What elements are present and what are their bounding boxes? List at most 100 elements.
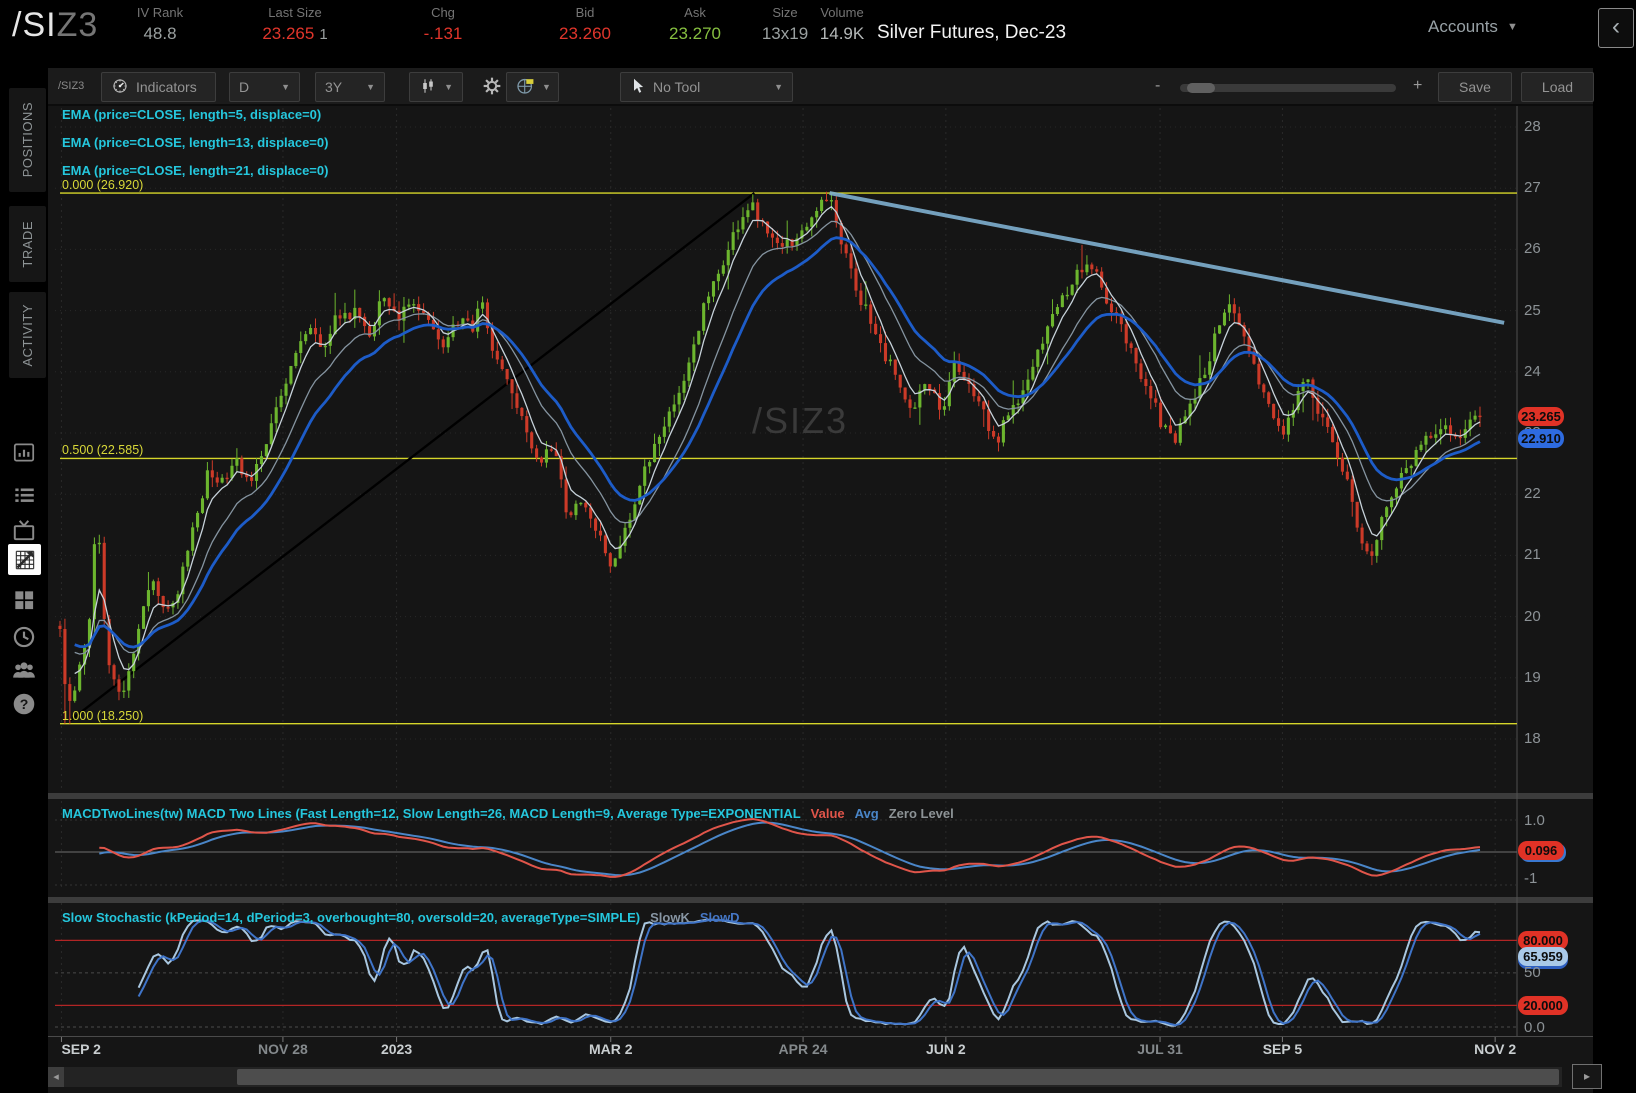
chevron-down-icon: ▼ <box>542 82 551 92</box>
community-icon[interactable] <box>11 657 37 683</box>
macd-axis-bottom: -1 <box>1524 870 1537 887</box>
quote-stat-label: Chg <box>393 5 493 20</box>
quote-stat-label: Ask <box>645 5 745 20</box>
collapse-panel-button[interactable]: ‹ <box>1598 8 1634 48</box>
chart-scrollbar-thumb[interactable] <box>237 1069 1559 1085</box>
cursor-icon <box>630 77 646 98</box>
panel-divider[interactable] <box>48 897 1593 903</box>
x-axis-label: JUN 2 <box>911 1041 981 1057</box>
zoom-in-button[interactable]: + <box>1413 77 1422 95</box>
quote-stat: Bid23.260 <box>535 5 635 44</box>
macd-axis-top: 1.0 <box>1524 812 1545 829</box>
zoom-out-button[interactable]: - <box>1155 77 1160 95</box>
last-price-bubble: 22.910 <box>1518 429 1564 448</box>
gear-icon <box>482 76 502 99</box>
chart-type-dropdown[interactable]: ▼ <box>409 72 463 102</box>
symbol-logo: /SIZ3 <box>12 6 98 45</box>
trendline-down[interactable] <box>830 193 1505 323</box>
quote-stat-label: Volume <box>806 5 878 20</box>
quote-stat-value: 48.8 <box>115 24 205 44</box>
timeframe-dropdown[interactable]: D ▼ <box>229 72 300 102</box>
x-axis-label: NOV 2 <box>1460 1041 1530 1057</box>
accounts-label: Accounts <box>1428 17 1498 37</box>
y-axis-label: 24 <box>1524 363 1541 380</box>
trendline-up[interactable] <box>70 193 754 721</box>
watchlist-icon[interactable] <box>11 482 37 508</box>
sidebar-tab-activity[interactable]: ACTIVITY <box>9 292 46 378</box>
left-sidebar: POSITIONS TRADE ACTIVITY? <box>0 58 48 1093</box>
drawing-tool-dropdown[interactable]: No Tool ▼ <box>620 72 793 102</box>
x-axis-label: APR 24 <box>768 1041 838 1057</box>
quote-stat-value: -.131 <box>393 24 493 44</box>
chart-type-icon <box>419 77 437 98</box>
panel-divider[interactable] <box>48 793 1593 799</box>
accounts-menu[interactable]: Accounts ▼ <box>1428 17 1518 37</box>
last-price-bubble: 23.265 <box>1518 407 1564 426</box>
chevron-down-icon: ▼ <box>366 82 375 92</box>
legend-item: Avg <box>855 806 879 821</box>
help-icon[interactable]: ? <box>11 691 37 717</box>
legend-item: SlowK <box>650 910 690 925</box>
range-dropdown[interactable]: 3Y ▼ <box>315 72 385 102</box>
scroll-right-icon[interactable]: ▸ <box>1572 1064 1602 1089</box>
study-title: Slow Stochastic (kPeriod=14, dPeriod=3, … <box>62 910 640 925</box>
quote-stat: Chg -.131 <box>393 5 493 44</box>
y-axis-label: 28 <box>1524 118 1541 135</box>
y-axis-label: 22 <box>1524 485 1541 502</box>
grid-icon[interactable] <box>11 587 37 613</box>
ema5-study-label[interactable]: EMA (price=CLOSE, length=5, displace=0) <box>62 107 321 122</box>
macd-study-label[interactable]: MACDTwoLines(tw) MACD Two Lines (Fast Le… <box>62 806 954 821</box>
sidebar-tab-positions[interactable]: POSITIONS <box>9 88 46 192</box>
y-axis-label: 25 <box>1524 302 1541 319</box>
instrument-name: Silver Futures, Dec-23 <box>877 22 1066 44</box>
sidebar-item-active-box <box>8 544 41 575</box>
drawing-tool-value: No Tool <box>653 79 700 95</box>
quote-stat-value: 23.2651 <box>230 24 360 44</box>
stoch-axis-mid: 50 <box>1524 964 1541 981</box>
indicators-button[interactable]: Indicators <box>101 72 216 102</box>
y-axis-label: 21 <box>1524 546 1541 563</box>
quote-stat-label: Bid <box>535 5 635 20</box>
ema13-study-label[interactable]: EMA (price=CLOSE, length=13, displace=0) <box>62 135 328 150</box>
fib-level-label[interactable]: 0.500 (22.585) <box>62 443 143 457</box>
x-axis-label: 2023 <box>362 1041 432 1057</box>
quote-stat-label: IV Rank <box>115 5 205 20</box>
save-button[interactable]: Save <box>1438 72 1512 102</box>
load-button[interactable]: Load <box>1521 72 1594 102</box>
y-axis-label: 27 <box>1524 179 1541 196</box>
quote-stat: Last Size 23.2651 <box>230 5 360 44</box>
chevron-down-icon: ▼ <box>444 82 453 92</box>
chart-icon[interactable] <box>12 547 38 573</box>
fib-level-label[interactable]: 1.000 (18.250) <box>62 709 143 723</box>
stoch-axis-bottom: 0.0 <box>1524 1019 1545 1036</box>
x-axis-label: SEP 2 <box>61 1041 131 1057</box>
quote-stat: Ask23.270 <box>645 5 745 44</box>
ema21-study-label[interactable]: EMA (price=CLOSE, length=21, displace=0) <box>62 163 328 178</box>
y-axis-label: 18 <box>1524 730 1541 747</box>
study-title: MACDTwoLines(tw) MACD Two Lines (Fast Le… <box>62 806 801 821</box>
y-axis-label: 19 <box>1524 669 1541 686</box>
collapse-icon: ‹ <box>1612 13 1620 40</box>
quote-stat-label: Last Size <box>230 5 360 20</box>
scroll-left-icon[interactable]: ◂ <box>48 1067 64 1087</box>
chart-settings-button[interactable] <box>477 72 507 102</box>
indicators-label: Indicators <box>136 79 197 95</box>
y-axis-label: 26 <box>1524 240 1541 257</box>
x-axis-label: NOV 28 <box>248 1041 318 1057</box>
legend-item: Value <box>811 806 845 821</box>
chevron-down-icon: ▼ <box>281 82 290 92</box>
history-icon[interactable] <box>11 624 37 650</box>
fib-level-label[interactable]: 0.000 (26.920) <box>62 178 143 192</box>
report-icon[interactable] <box>11 440 37 466</box>
stochastic-study-label[interactable]: Slow Stochastic (kPeriod=14, dPeriod=3, … <box>62 910 740 925</box>
layout-grid-dropdown[interactable]: ▼ <box>506 72 559 102</box>
toolbar-symbol-input[interactable]: /SIZ3 <box>58 80 84 92</box>
legend-item: SlowD <box>700 910 740 925</box>
indicators-icon <box>111 77 129 98</box>
tv-icon[interactable] <box>11 517 37 543</box>
y-axis-label: 20 <box>1524 608 1541 625</box>
x-axis-label: MAR 2 <box>576 1041 646 1057</box>
chevron-down-icon: ▼ <box>774 82 783 92</box>
sidebar-tab-trade[interactable]: TRADE <box>9 206 46 282</box>
zoom-slider-thumb[interactable] <box>1187 83 1215 93</box>
